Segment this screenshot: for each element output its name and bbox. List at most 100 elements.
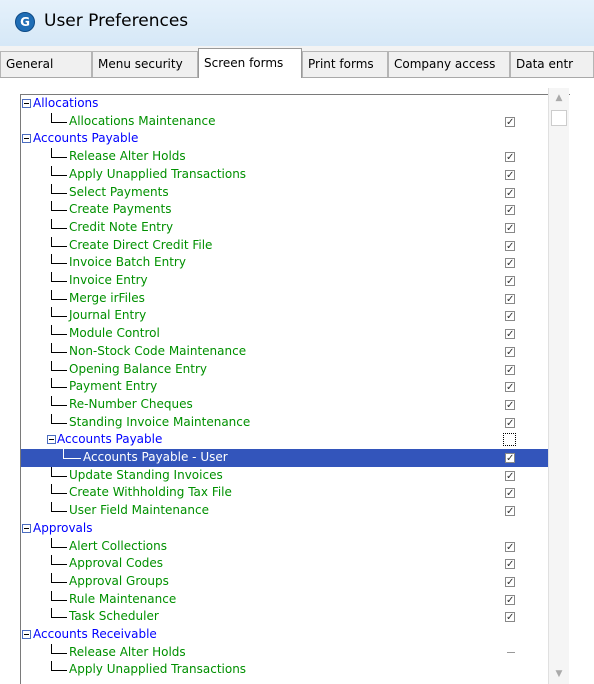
permission-checkbox[interactable]: ✓ [505, 311, 515, 322]
permission-checkbox[interactable]: ✓ [505, 293, 515, 304]
permission-checkbox[interactable]: ✓ [505, 453, 515, 464]
tree-connector [51, 572, 52, 583]
title-bar: G User Preferences [0, 0, 594, 46]
tree-item-label: Accounts Payable [57, 432, 163, 447]
tree-connector [51, 298, 67, 300]
tab-screen-forms[interactable]: Screen forms [198, 48, 302, 78]
tree-row[interactable]: Alert Collections ✓ [21, 537, 549, 556]
permission-checkbox[interactable]: ✓ [505, 329, 515, 340]
tree-item-label: Approvals [33, 520, 93, 535]
tree-row[interactable]: Re-Number Cheques ✓ [21, 395, 549, 414]
permission-checkbox[interactable]: ✓ [505, 576, 515, 587]
tree-row[interactable]: Allocations Maintenance ✓ [21, 112, 549, 131]
collapse-icon[interactable] [22, 134, 31, 144]
tab-general[interactable]: General [0, 51, 92, 77]
tree-row[interactable]: Create Payments ✓ [21, 201, 549, 219]
tree-row[interactable]: Release Alter Holds [21, 643, 549, 662]
tree-row[interactable]: Merge irFiles ✓ [21, 289, 549, 308]
tree-row[interactable]: Accounts Payable [21, 130, 549, 148]
tree-connector [51, 581, 67, 583]
tree-connector [51, 183, 52, 194]
tree-row[interactable]: Approval Codes ✓ [21, 555, 549, 573]
tree-item-label: Allocations Maintenance [69, 113, 216, 128]
tree-connector [51, 661, 52, 672]
tree-row[interactable]: Approval Groups ✓ [21, 572, 549, 591]
permission-checkbox[interactable]: ✓ [505, 399, 515, 410]
permission-checkbox[interactable]: ✓ [505, 559, 515, 570]
tree-row[interactable]: Approvals [21, 520, 549, 538]
tab-print-forms[interactable]: Print forms [302, 51, 388, 77]
scroll-down-icon[interactable]: ▼ [549, 664, 569, 684]
tree-row[interactable]: Invoice Entry ✓ [21, 272, 549, 290]
tree-row[interactable]: Credit Note Entry ✓ [21, 218, 549, 237]
permission-checkbox[interactable]: ✓ [505, 169, 515, 180]
indeterminate-checkbox[interactable] [507, 651, 515, 653]
tree-connector [51, 643, 52, 654]
screen-forms-tree[interactable]: Allocations Allocations Maintenance ✓ Accou… [20, 94, 570, 684]
tree-connector [51, 263, 67, 265]
tree-row[interactable]: Accounts Payable - User ✓ [21, 449, 549, 467]
scroll-up-icon[interactable]: ▲ [549, 88, 569, 108]
collapse-icon[interactable] [22, 99, 31, 108]
tree-row[interactable]: Select Payments ✓ [21, 183, 549, 202]
vertical-scrollbar[interactable]: ▲ ▼ [548, 88, 569, 684]
tree-item-label: Approval Groups [69, 573, 169, 588]
tree-item-label: User Field Maintenance [69, 503, 209, 518]
permission-checkbox[interactable]: ✓ [505, 187, 515, 198]
tree-row[interactable]: Release Alter Holds ✓ [21, 148, 549, 166]
tree-row[interactable]: Rule Maintenance ✓ [21, 590, 549, 609]
tree-connector [51, 608, 52, 619]
collapse-icon[interactable] [22, 630, 31, 639]
tree-row[interactable]: Invoice Batch Entry ✓ [21, 254, 549, 272]
tree-item-label: Invoice Batch Entry [69, 255, 186, 270]
permission-checkbox[interactable]: ✓ [505, 152, 515, 163]
tree-row[interactable]: Opening Balance Entry ✓ [21, 360, 549, 379]
tree-row[interactable]: Apply Unapplied Transactions ✓ [21, 165, 549, 184]
tree-row[interactable]: Apply Unapplied Transactions [21, 661, 549, 679]
permission-checkbox[interactable]: ✓ [505, 240, 515, 251]
tree-row[interactable]: Module Control ✓ [21, 325, 549, 343]
tree-row[interactable]: User Field Maintenance ✓ [21, 502, 549, 520]
permission-checkbox[interactable]: ✓ [505, 506, 515, 517]
tree-row[interactable]: Non-Stock Code Maintenance ✓ [21, 342, 549, 361]
tree-connector [51, 369, 67, 371]
tree-connector [51, 281, 67, 282]
permission-checkbox[interactable]: ✓ [505, 346, 515, 357]
tree-item-label: Credit Note Entry [69, 219, 174, 234]
permission-checkbox[interactable]: ✓ [505, 276, 515, 287]
collapse-icon[interactable] [22, 523, 31, 533]
tab-data-entry[interactable]: Data entr [510, 51, 594, 77]
tree-row[interactable]: Accounts Receivable [21, 626, 549, 644]
tree-row[interactable]: Payment Entry ✓ [21, 378, 549, 396]
tree-row[interactable]: Journal Entry ✓ [21, 307, 549, 325]
permission-checkbox[interactable]: ✓ [503, 433, 516, 447]
permission-checkbox[interactable]: ✓ [505, 364, 515, 375]
tree-row[interactable]: Create Withholding Tax File ✓ [21, 484, 549, 502]
tree-row[interactable]: Task Scheduler ✓ [21, 608, 549, 626]
collapse-icon[interactable] [47, 435, 56, 445]
tab-menu-security[interactable]: Menu security [92, 51, 198, 77]
tree-row[interactable]: Create Direct Credit File ✓ [21, 236, 549, 255]
permission-checkbox[interactable]: ✓ [505, 116, 515, 127]
tree-connector [51, 351, 67, 353]
tree-connector [51, 652, 67, 654]
tree-row[interactable]: Allocations [21, 95, 549, 113]
permission-checkbox[interactable]: ✓ [505, 541, 515, 552]
tree-connector [51, 334, 67, 336]
permission-checkbox[interactable]: ✓ [505, 382, 515, 393]
permission-checkbox[interactable]: ✓ [505, 417, 515, 428]
permission-checkbox[interactable]: ✓ [505, 222, 515, 233]
tree-row[interactable]: Accounts Payable ✓ [21, 431, 549, 449]
tree-row[interactable]: Update Standing Invoices ✓ [21, 466, 549, 485]
tree-connector [51, 378, 52, 389]
tree-connector [51, 218, 52, 229]
permission-checkbox[interactable]: ✓ [505, 594, 515, 605]
permission-checkbox[interactable]: ✓ [505, 612, 515, 623]
scroll-thumb[interactable] [551, 110, 567, 126]
permission-checkbox[interactable]: ✓ [505, 488, 515, 499]
permission-checkbox[interactable]: ✓ [505, 470, 515, 481]
permission-checkbox[interactable]: ✓ [505, 258, 515, 269]
permission-checkbox[interactable]: ✓ [505, 205, 515, 216]
tab-company-access[interactable]: Company access [388, 51, 510, 77]
tree-row[interactable]: Standing Invoice Maintenance ✓ [21, 413, 549, 432]
